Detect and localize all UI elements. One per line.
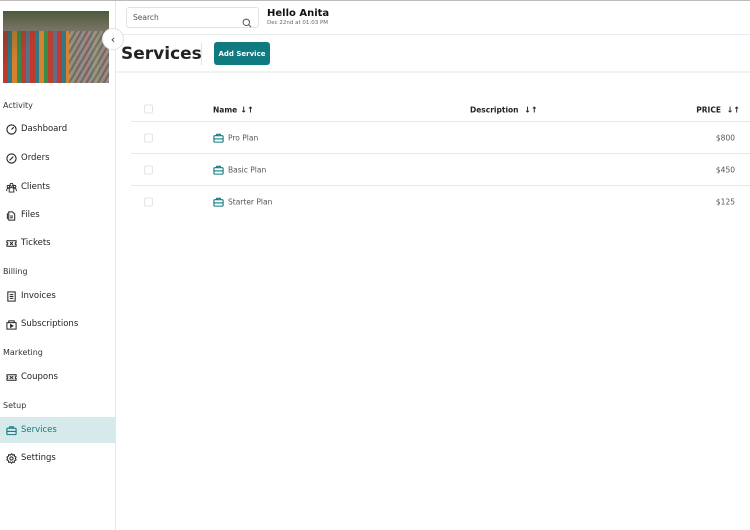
sort-icon[interactable]: ↓↑ (524, 106, 537, 115)
sidebar-item-label: Subscriptions (21, 319, 79, 329)
invoices-icon (5, 290, 17, 302)
column-header-description[interactable]: Description ↓↑ (470, 106, 538, 115)
collapse-sidebar-button[interactable]: ‹ (102, 28, 124, 50)
section-label-marketing: Marketing (3, 348, 43, 357)
service-name-cell[interactable]: Starter Plan (213, 197, 272, 208)
datetime-text: Dec 22nd at 01:03 PM (267, 20, 329, 26)
sidebar-item-label: Invoices (21, 291, 56, 301)
service-name: Basic Plan (228, 165, 267, 174)
row-checkbox[interactable] (144, 133, 153, 142)
section-label-activity: Activity (3, 101, 33, 110)
sidebar-item-dashboard[interactable]: Dashboard (0, 116, 115, 142)
sidebar-item-clients[interactable]: Clients (0, 174, 115, 200)
table-row[interactable]: Starter Plan $125 (131, 186, 750, 218)
sidebar-item-label: Files (21, 210, 40, 220)
sidebar-item-files[interactable]: Files (0, 202, 115, 228)
sidebar-item-label: Dashboard (21, 124, 68, 134)
select-all-checkbox[interactable] (144, 104, 153, 114)
sidebar-item-label: Clients (21, 182, 51, 192)
briefcase-icon (5, 424, 17, 436)
service-name-cell[interactable]: Basic Plan (213, 164, 266, 175)
column-header-price[interactable]: PRICE ↓↑ (696, 106, 740, 115)
coupons-icon (5, 371, 17, 383)
sidebar: ‹ Activity Dashboard Orders Clients File… (0, 1, 124, 530)
sidebar-item-settings[interactable]: Settings (0, 445, 115, 471)
sidebar-item-label: Settings (21, 453, 56, 463)
column-label: Name (213, 105, 238, 115)
files-icon (5, 209, 17, 221)
section-label-billing: Billing (3, 267, 28, 276)
sidebar-item-subscriptions[interactable]: Subscriptions (0, 311, 115, 337)
orders-icon (5, 152, 17, 164)
service-name-cell[interactable]: Pro Plan (213, 132, 258, 143)
section-label-setup: Setup (3, 401, 27, 410)
service-price: $800 (715, 133, 735, 142)
sort-icon[interactable]: ↓↑ (240, 106, 253, 115)
subscriptions-icon (5, 318, 17, 330)
sidebar-item-label: Orders (21, 153, 50, 163)
sidebar-item-services[interactable]: Services (0, 417, 115, 443)
service-price: $450 (715, 165, 735, 174)
search-input[interactable] (133, 13, 242, 22)
top-bar: Hello Anita Dec 22nd at 01:03 PM (116, 1, 750, 35)
chevron-left-icon: ‹ (110, 32, 116, 46)
briefcase-icon (213, 164, 224, 175)
greeting-text: Hello Anita (267, 8, 330, 19)
search-icon[interactable] (242, 13, 252, 27)
sort-icon[interactable]: ↓↑ (727, 106, 740, 115)
row-checkbox[interactable] (144, 165, 153, 174)
add-service-button[interactable]: Add Service (214, 42, 270, 65)
column-header-name[interactable]: Name ↓↑ (213, 106, 254, 115)
header-divider (201, 43, 202, 65)
table-row[interactable]: Pro Plan $800 (131, 122, 750, 154)
tickets-icon (5, 237, 17, 249)
logo-image (3, 11, 109, 83)
sidebar-item-label: Coupons (21, 372, 58, 382)
briefcase-icon (213, 197, 224, 208)
column-label: Description (470, 105, 519, 115)
service-name: Pro Plan (228, 133, 259, 142)
sidebar-item-coupons[interactable]: Coupons (0, 364, 115, 390)
page-header: Services Add Service (116, 35, 750, 73)
sidebar-item-label: Services (21, 425, 57, 435)
sidebar-item-invoices[interactable]: Invoices (0, 283, 115, 309)
search-box (126, 7, 259, 28)
gear-icon (5, 452, 17, 464)
sidebar-item-orders[interactable]: Orders (0, 145, 115, 171)
clients-icon (5, 181, 17, 193)
row-checkbox[interactable] (144, 197, 153, 207)
dashboard-icon (5, 123, 17, 135)
services-table: Name ↓↑ Description ↓↑ PRICE ↓↑ Pro Plan… (131, 99, 750, 218)
column-label: PRICE (696, 105, 721, 115)
table-row[interactable]: Basic Plan $450 (131, 154, 750, 186)
page-title: Services (121, 44, 202, 64)
sidebar-item-tickets[interactable]: Tickets (0, 230, 115, 256)
sidebar-item-label: Tickets (21, 238, 51, 248)
service-price: $125 (715, 197, 735, 207)
briefcase-icon (213, 132, 224, 143)
table-header-row: Name ↓↑ Description ↓↑ PRICE ↓↑ (131, 99, 750, 122)
user-greeting: Hello Anita Dec 22nd at 01:03 PM (267, 8, 329, 26)
service-name: Starter Plan (228, 197, 273, 207)
